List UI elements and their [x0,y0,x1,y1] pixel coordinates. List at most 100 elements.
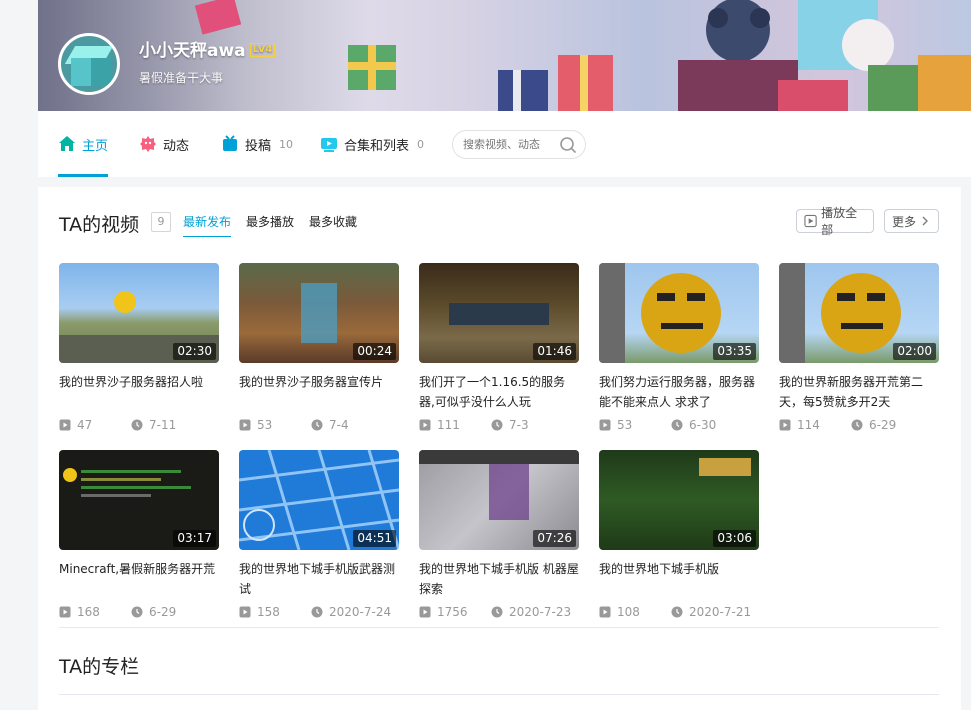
video-meta: 108 2020-7-21 [599,605,759,619]
tab-feed-label: 动态 [163,138,190,154]
tab-uploads[interactable]: 投稿 10 [221,111,293,177]
video-duration: 03:17 [173,530,216,547]
clock-icon [671,606,683,618]
section-divider [59,627,939,628]
play-all-label: 播放全部 [821,206,858,237]
upload-date: 7-3 [509,418,529,432]
video-title[interactable]: 我的世界地下城手机版武器测试 [239,559,399,599]
play-count-icon [59,419,71,431]
play-count-icon [239,419,251,431]
clock-icon [491,606,503,618]
video-thumbnail[interactable]: 03:06 [599,450,759,550]
video-meta: 158 2020-7-24 [239,605,399,619]
play-count-icon [239,606,251,618]
chevron-right-icon [922,216,928,226]
upload-date: 2020-7-23 [509,605,572,619]
search-icon[interactable] [559,136,577,154]
video-title[interactable]: 我们努力运行服务器，服务器能不能来点人 求求了 [599,372,759,412]
play-count-icon [599,419,611,431]
tab-collections[interactable]: 合集和列表 0 [320,111,424,177]
video-title[interactable]: 我的世界沙子服务器宣传片 [239,372,399,412]
main-panel: TA的视频 9 最新发布 最多播放 最多收藏 播放全部 更多 02:30 我的世… [38,187,961,710]
video-card[interactable]: 03:35 我们努力运行服务器，服务器能不能来点人 求求了 53 6-30 [599,263,759,432]
profile-nav: 主页 动态 投稿 10 合集和列表 0 [38,111,971,177]
play-count-icon [59,606,71,618]
tab-home[interactable]: 主页 [58,111,109,177]
section-divider [59,694,939,695]
video-thumbnail[interactable]: 00:24 [239,263,399,363]
sort-newest[interactable]: 最新发布 [183,213,232,237]
video-thumbnail[interactable]: 04:51 [239,450,399,550]
video-duration: 03:35 [713,343,756,360]
video-card[interactable]: 07:26 我的世界地下城手机版 机器屋探索 1756 2020-7-23 [419,450,579,619]
video-duration: 07:26 [533,530,576,547]
tab-feed[interactable]: 动态 [139,111,189,177]
video-title[interactable]: 我的世界地下城手机版 机器屋探索 [419,559,579,599]
sort-most-played[interactable]: 最多播放 [246,213,294,230]
play-count-icon [779,419,791,431]
search-box [452,130,586,159]
play-count: 53 [617,418,633,432]
videos-section-title: TA的视频 [59,214,140,236]
video-count-badge: 9 [151,212,171,232]
video-meta: 114 6-29 [779,418,939,432]
username[interactable]: 小小天秤awa LV4 [139,36,276,61]
user-avatar[interactable] [58,33,120,95]
video-meta: 53 7-4 [239,418,399,432]
sort-most-favorited[interactable]: 最多收藏 [309,213,357,230]
clock-icon [311,606,323,618]
video-card[interactable]: 03:06 我的世界地下城手机版 108 2020-7-21 [599,450,759,619]
user-sign: 暑假准备干大事 [139,71,224,85]
video-duration: 01:46 [533,343,576,360]
video-card[interactable]: 03:17 Minecraft,暑假新服务器开荒 168 6-29 [59,450,219,619]
video-meta: 111 7-3 [419,418,579,432]
video-duration: 04:51 [353,530,396,547]
video-title[interactable]: 我的世界新服务器开荒第二天，每5赞就多开2天 [779,372,939,412]
video-card[interactable]: 00:24 我的世界沙子服务器宣传片 53 7-4 [239,263,399,432]
upload-date: 6-29 [869,418,897,432]
upload-date: 7-4 [329,418,349,432]
video-thumbnail[interactable]: 03:17 [59,450,219,550]
play-count: 108 [617,605,640,619]
video-title[interactable]: 我们开了一个1.16.5的服务器,可似乎没什么人玩 [419,372,579,412]
play-count: 111 [437,418,460,432]
play-count-icon [419,419,431,431]
upload-date: 2020-7-24 [329,605,392,619]
play-count: 114 [797,418,820,432]
more-button[interactable]: 更多 [884,209,939,233]
upload-date: 6-29 [149,605,177,619]
video-duration: 03:06 [713,530,756,547]
more-label: 更多 [892,214,917,229]
play-count: 47 [77,418,93,432]
video-title[interactable]: Minecraft,暑假新服务器开荒 [59,559,219,599]
video-title[interactable]: 我的世界地下城手机版 [599,559,759,599]
play-all-button[interactable]: 播放全部 [796,206,874,237]
video-thumbnail[interactable]: 02:00 [779,263,939,363]
play-icon [804,214,817,228]
search-input[interactable] [463,131,563,158]
collection-icon [321,138,337,152]
video-duration: 02:00 [893,343,936,360]
play-count: 168 [77,605,100,619]
video-meta: 47 7-11 [59,418,219,432]
video-card[interactable]: 01:46 我们开了一个1.16.5的服务器,可似乎没什么人玩 111 7-3 [419,263,579,432]
tab-collections-count: 0 [417,137,425,151]
video-thumbnail[interactable]: 03:35 [599,263,759,363]
video-card[interactable]: 02:30 我的世界沙子服务器招人啦 47 7-11 [59,263,219,432]
clock-icon [311,419,323,431]
video-card[interactable]: 02:00 我的世界新服务器开荒第二天，每5赞就多开2天 114 6-29 [779,263,939,432]
video-thumbnail[interactable]: 07:26 [419,450,579,550]
video-thumbnail[interactable]: 01:46 [419,263,579,363]
video-title[interactable]: 我的世界沙子服务器招人啦 [59,372,219,412]
play-count-icon [419,606,431,618]
video-duration: 00:24 [353,343,396,360]
feed-icon [140,136,156,152]
clock-icon [131,419,143,431]
video-meta: 168 6-29 [59,605,219,619]
video-card[interactable]: 04:51 我的世界地下城手机版武器测试 158 2020-7-24 [239,450,399,619]
play-count: 53 [257,418,273,432]
tab-home-label: 主页 [82,138,109,154]
video-thumbnail[interactable]: 02:30 [59,263,219,363]
level-badge: LV4 [249,43,276,57]
video-duration: 02:30 [173,343,216,360]
